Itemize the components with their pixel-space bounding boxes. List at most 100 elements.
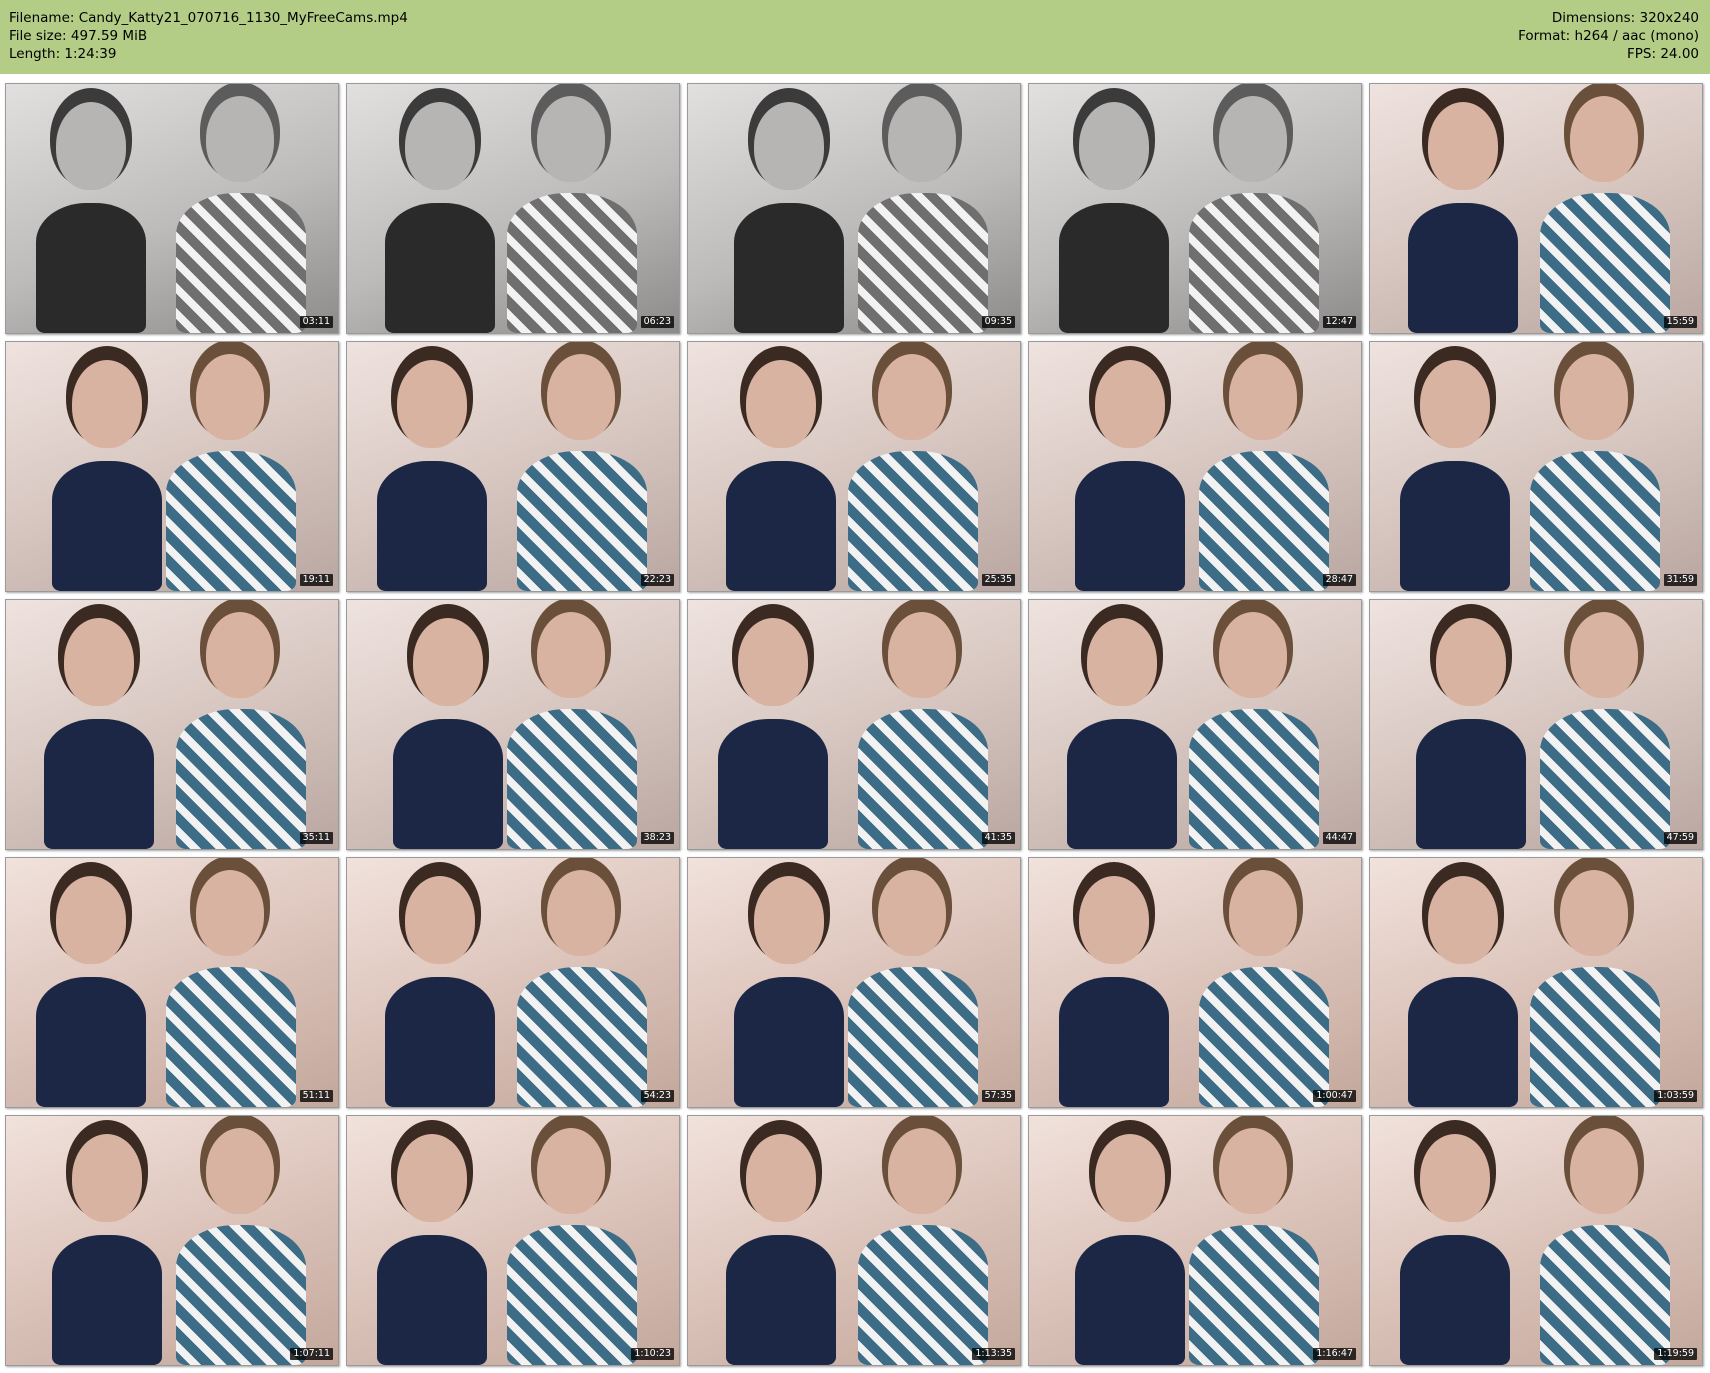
person-head [196, 354, 264, 440]
video-thumbnail[interactable]: 54:23 [346, 857, 680, 1108]
person-silhouette [1540, 709, 1670, 849]
person-silhouette [166, 451, 296, 591]
person-silhouette [1540, 1225, 1670, 1365]
video-thumbnail[interactable]: 06:23 [346, 83, 680, 334]
timestamp-label: 1:13:35 [972, 1348, 1015, 1360]
video-thumbnail[interactable]: 1:07:11 [5, 1115, 339, 1366]
person-head [206, 96, 274, 182]
timestamp-label: 47:59 [1663, 832, 1697, 844]
person-silhouette [36, 977, 146, 1107]
video-thumbnail[interactable]: 51:11 [5, 857, 339, 1108]
person-silhouette [176, 709, 306, 849]
timestamp-label: 12:47 [1322, 316, 1356, 328]
person-silhouette [393, 719, 503, 849]
video-thumbnail[interactable]: 44:47 [1028, 599, 1362, 850]
person-head [1570, 96, 1638, 182]
person-silhouette [848, 451, 978, 591]
person-head [1095, 360, 1165, 448]
person-head [1428, 876, 1498, 964]
person-head [754, 102, 824, 190]
video-thumbnail[interactable]: 19:11 [5, 341, 339, 592]
person-silhouette [858, 709, 988, 849]
timestamp-label: 1:10:23 [631, 1348, 674, 1360]
person-head [1420, 360, 1490, 448]
timestamp-label: 1:16:47 [1313, 1348, 1356, 1360]
video-thumbnail[interactable]: 1:13:35 [687, 1115, 1021, 1366]
person-silhouette [1540, 193, 1670, 333]
person-head [547, 870, 615, 956]
person-head [196, 870, 264, 956]
person-head [1095, 1134, 1165, 1222]
file-info-left: Filename: Candy_Katty21_070716_1130_MyFr… [9, 9, 408, 63]
person-head [72, 360, 142, 448]
timestamp-label: 54:23 [640, 1090, 674, 1102]
file-info-right: Dimensions: 320x240 Format: h264 / aac (… [1518, 9, 1699, 63]
person-silhouette [848, 967, 978, 1107]
person-head [413, 618, 483, 706]
video-thumbnail[interactable]: 38:23 [346, 599, 680, 850]
person-silhouette [507, 1225, 637, 1365]
person-head [1560, 870, 1628, 956]
thumbnail-grid: 03:11 06:23 09:35 12:47 15:59 19:11 22:23 25:35… [5, 83, 1703, 1366]
timestamp-label: 09:35 [981, 316, 1015, 328]
video-thumbnail[interactable]: 1:19:59 [1369, 1115, 1703, 1366]
video-thumbnail[interactable]: 25:35 [687, 341, 1021, 592]
video-thumbnail[interactable]: 31:59 [1369, 341, 1703, 592]
video-thumbnail[interactable]: 1:00:47 [1028, 857, 1362, 1108]
person-silhouette [858, 1225, 988, 1365]
timestamp-label: 38:23 [640, 832, 674, 844]
video-thumbnail[interactable]: 1:03:59 [1369, 857, 1703, 1108]
person-silhouette [176, 1225, 306, 1365]
person-silhouette [52, 461, 162, 591]
person-silhouette [1400, 461, 1510, 591]
person-silhouette [1199, 967, 1329, 1107]
person-silhouette [44, 719, 154, 849]
person-head [1079, 876, 1149, 964]
fps-label: FPS: 24.00 [1627, 46, 1699, 62]
video-thumbnail[interactable]: 1:16:47 [1028, 1115, 1362, 1366]
timestamp-label: 35:11 [299, 832, 333, 844]
person-silhouette [1075, 1235, 1185, 1365]
video-thumbnail[interactable]: 35:11 [5, 599, 339, 850]
video-thumbnail[interactable]: 15:59 [1369, 83, 1703, 334]
person-silhouette [166, 967, 296, 1107]
timestamp-label: 03:11 [299, 316, 333, 328]
person-silhouette [858, 193, 988, 333]
timestamp-label: 1:03:59 [1654, 1090, 1697, 1102]
format-label: Format: h264 / aac (mono) [1518, 28, 1699, 44]
person-head [537, 96, 605, 182]
person-silhouette [1400, 1235, 1510, 1365]
person-silhouette [1199, 451, 1329, 591]
video-thumbnail[interactable]: 57:35 [687, 857, 1021, 1108]
person-silhouette [1059, 203, 1169, 333]
person-silhouette [734, 977, 844, 1107]
person-silhouette [385, 203, 495, 333]
video-thumbnail[interactable]: 09:35 [687, 83, 1021, 334]
person-silhouette [385, 977, 495, 1107]
video-thumbnail[interactable]: 1:10:23 [346, 1115, 680, 1366]
person-head [1436, 618, 1506, 706]
video-thumbnail[interactable]: 41:35 [687, 599, 1021, 850]
person-head [1570, 612, 1638, 698]
person-silhouette [726, 461, 836, 591]
person-silhouette [734, 203, 844, 333]
timestamp-label: 22:23 [640, 574, 674, 586]
person-head [206, 612, 274, 698]
person-head [537, 1128, 605, 1214]
person-head [1229, 870, 1297, 956]
person-silhouette [517, 451, 647, 591]
person-head [1560, 354, 1628, 440]
video-thumbnail[interactable]: 03:11 [5, 83, 339, 334]
person-head [746, 1134, 816, 1222]
dimensions-label: Dimensions: 320x240 [1551, 10, 1699, 26]
video-thumbnail[interactable]: 12:47 [1028, 83, 1362, 334]
length-label: Length: 1:24:39 [9, 46, 117, 62]
timestamp-label: 1:00:47 [1313, 1090, 1356, 1102]
video-thumbnail[interactable]: 47:59 [1369, 599, 1703, 850]
person-silhouette [1408, 977, 1518, 1107]
person-head [878, 354, 946, 440]
video-thumbnail[interactable]: 28:47 [1028, 341, 1362, 592]
person-silhouette [1067, 719, 1177, 849]
video-thumbnail[interactable]: 22:23 [346, 341, 680, 592]
person-silhouette [507, 193, 637, 333]
